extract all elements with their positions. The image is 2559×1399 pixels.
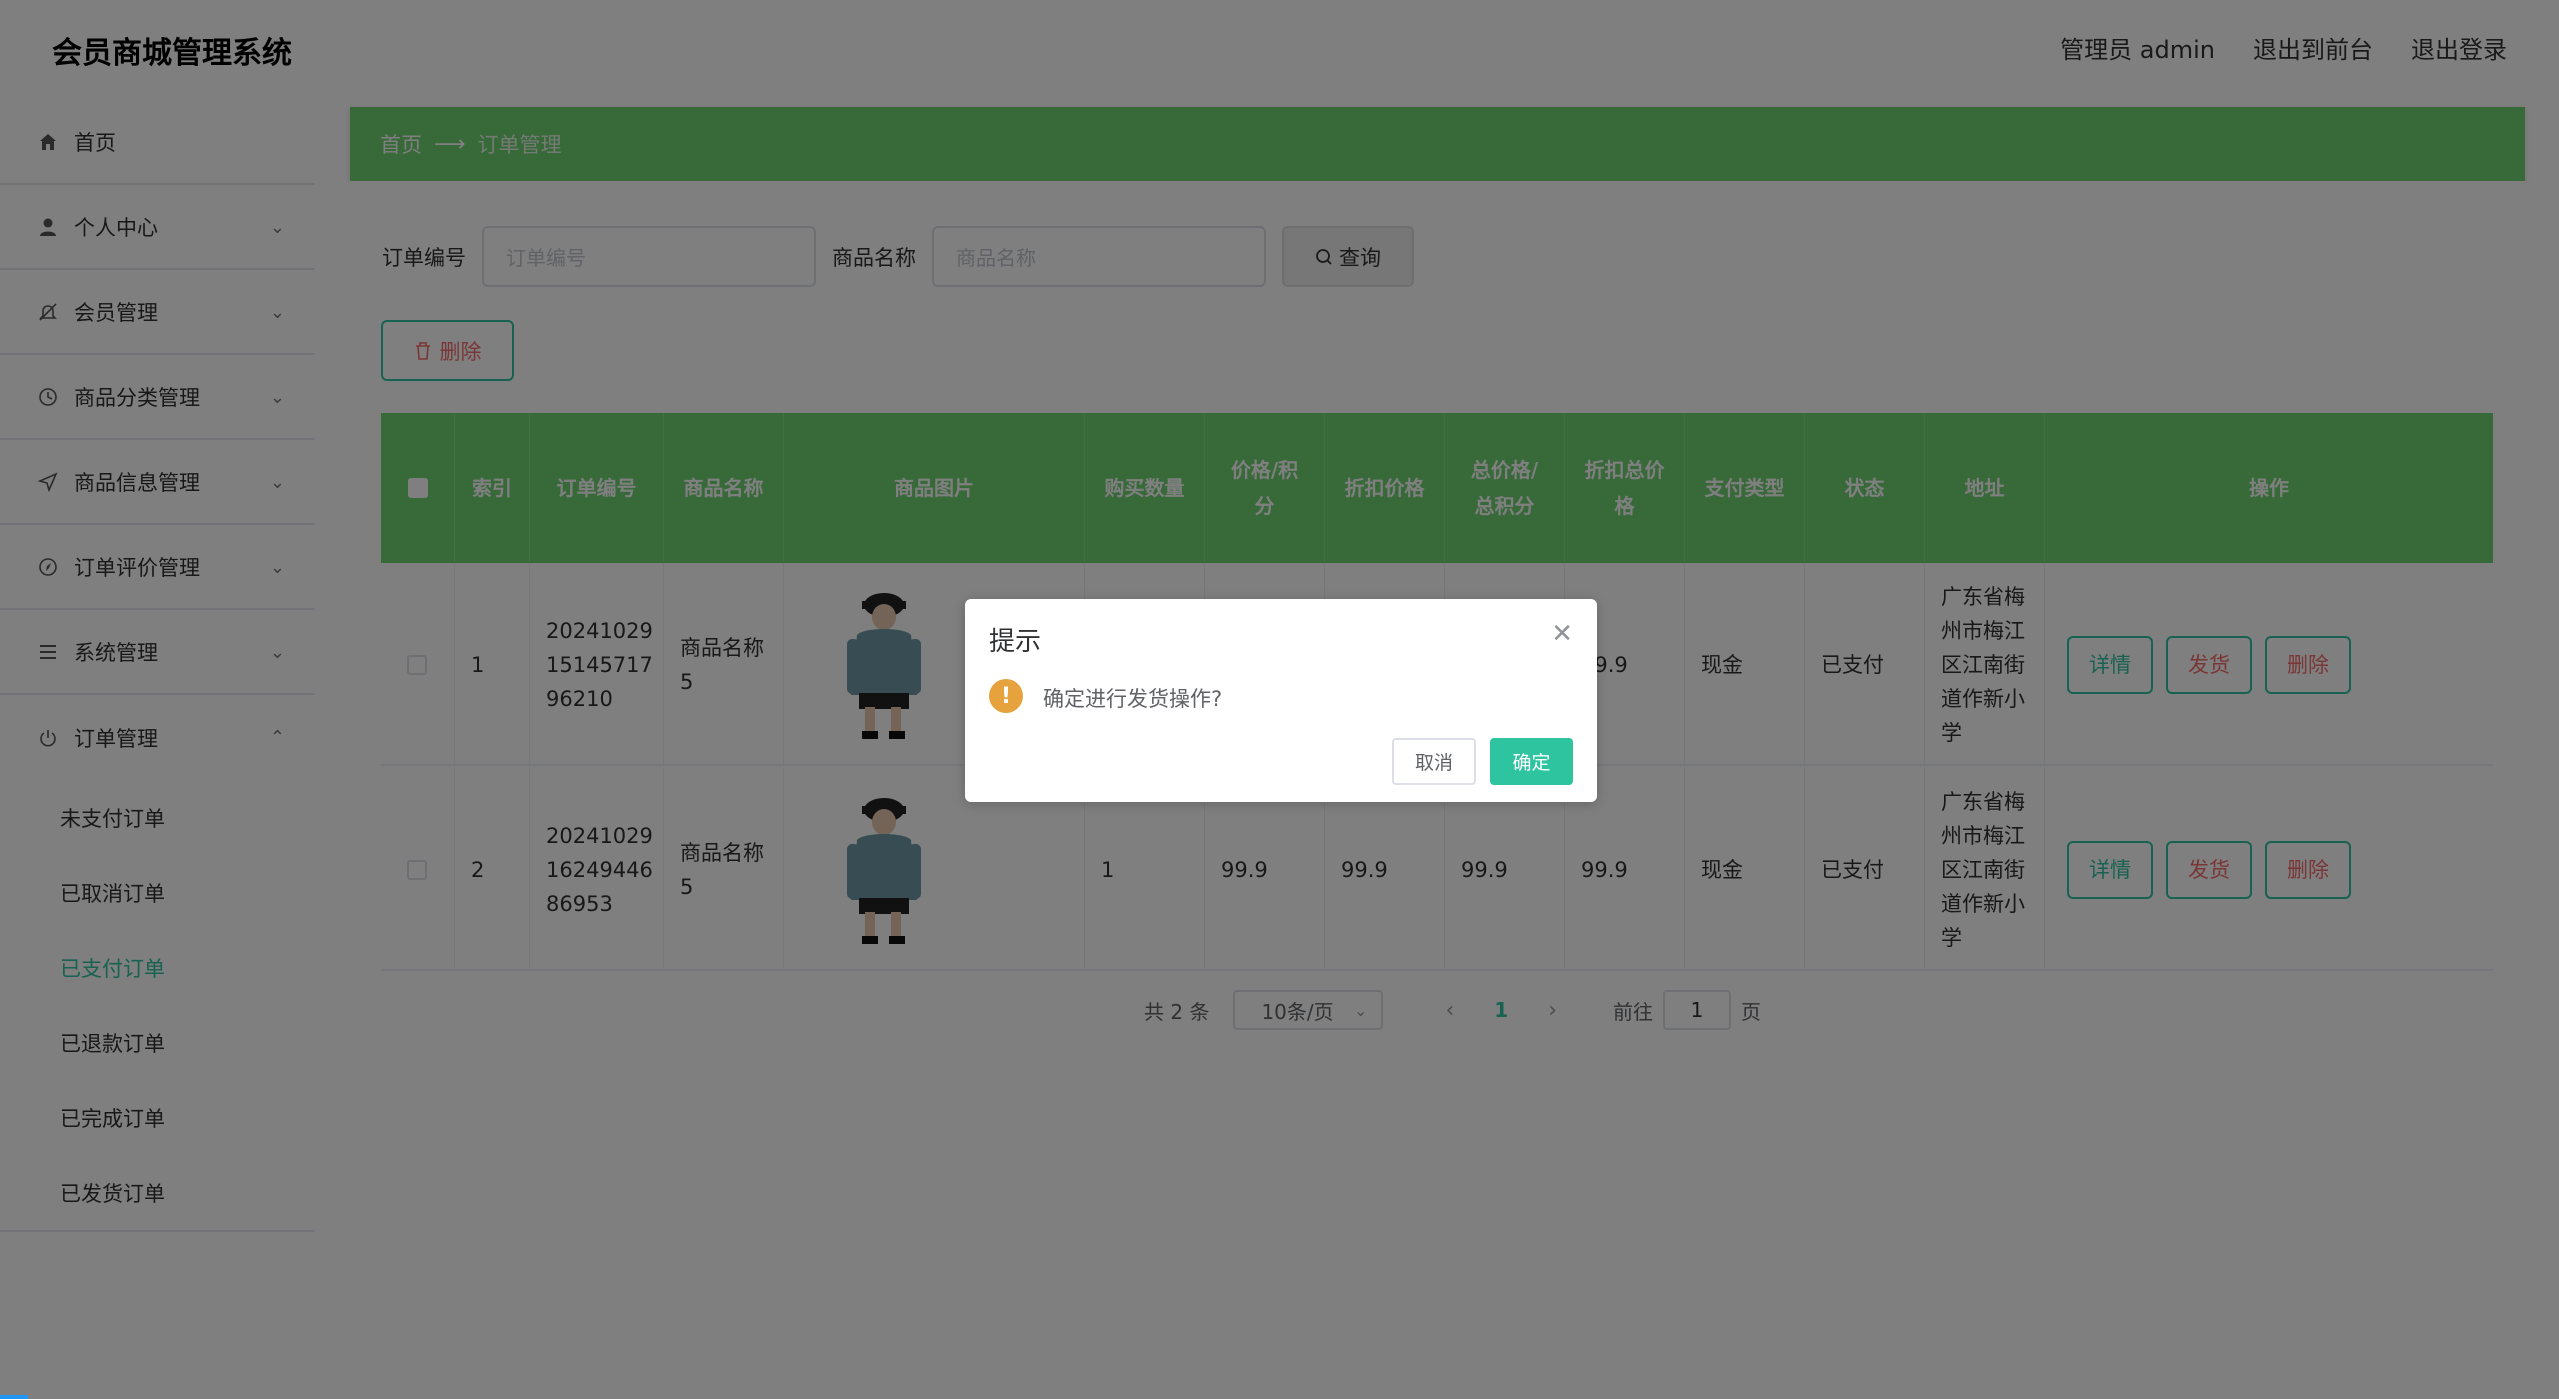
dialog-title: 提示 xyxy=(989,627,1042,657)
dialog-message: 确定进行发货操作? xyxy=(1043,687,1223,711)
close-icon[interactable]: ✕ xyxy=(1551,619,1573,649)
confirm-dialog: 提示 ✕ ! 确定进行发货操作? 取消 确定 xyxy=(965,599,1597,802)
cancel-button[interactable]: 取消 xyxy=(1392,738,1476,785)
confirm-button[interactable]: 确定 xyxy=(1490,738,1573,785)
warning-icon: ! xyxy=(989,679,1023,713)
corner-indicator xyxy=(0,1395,28,1399)
